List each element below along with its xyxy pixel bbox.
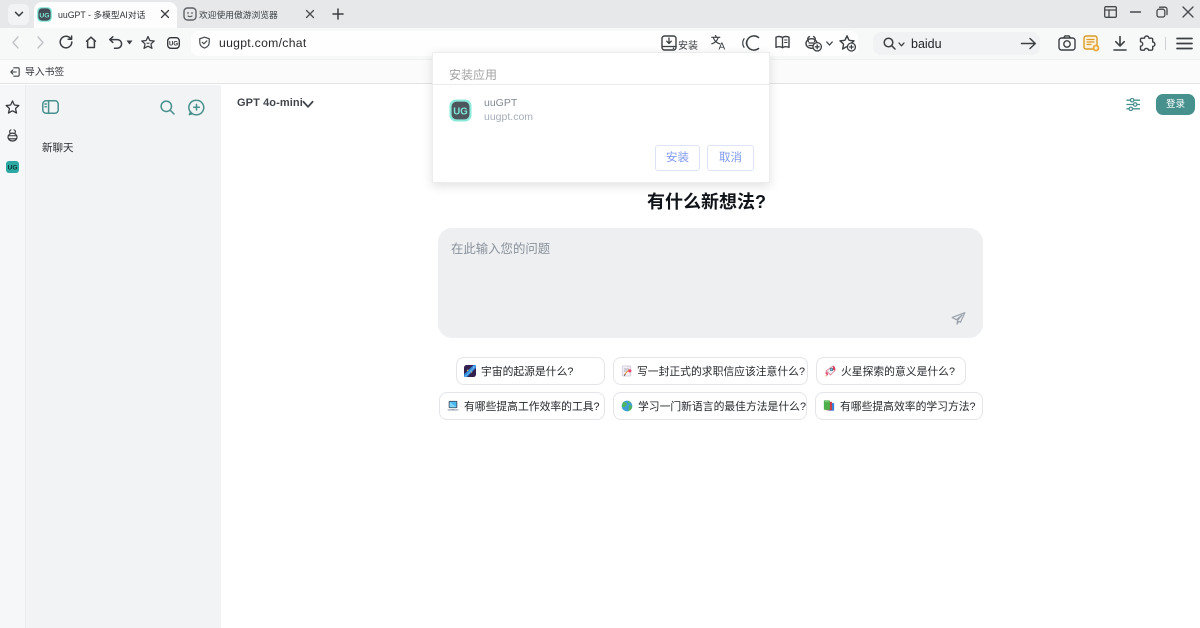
svg-text:UG: UG — [8, 165, 18, 172]
svg-text:UG: UG — [453, 107, 467, 118]
svg-text:UG: UG — [39, 13, 49, 20]
svg-text:A: A — [719, 42, 726, 52]
svg-text:UG: UG — [169, 42, 178, 48]
